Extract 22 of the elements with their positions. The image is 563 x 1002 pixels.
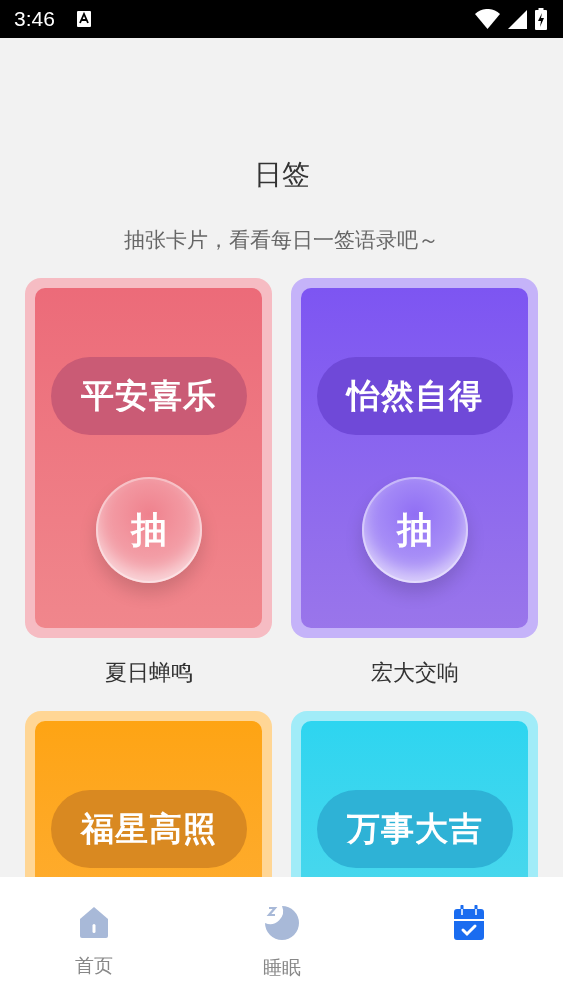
notification-icon — [76, 11, 91, 27]
moon-icon — [263, 905, 300, 941]
fortune-card[interactable]: 万事大吉 — [291, 711, 538, 877]
status-time: 3:46 — [14, 7, 55, 31]
fortune-card[interactable]: 平安喜乐 抽 — [25, 278, 272, 638]
fortune-card[interactable]: 怡然自得 抽 — [291, 278, 538, 638]
card-title: 平安喜乐 — [50, 357, 247, 435]
card-title: 万事大吉 — [316, 790, 513, 868]
page-subtitle: 抽张卡片，看看每日一签语录吧～ — [124, 227, 439, 254]
nav-tab[interactable]: 睡眠 — [187, 877, 376, 1002]
card-title: 怡然自得 — [316, 357, 513, 435]
draw-button[interactable]: 抽 — [361, 477, 468, 583]
page-title: 日签 — [253, 157, 310, 193]
battery-icon — [535, 8, 547, 30]
card-caption: 宏大交响 — [370, 659, 459, 687]
draw-button[interactable]: 抽 — [95, 477, 202, 583]
wifi-icon — [475, 9, 500, 29]
signal-icon — [508, 9, 527, 29]
fortune-card[interactable]: 福星高照 — [25, 711, 272, 877]
card-title: 福星高照 — [50, 790, 247, 868]
card-caption: 夏日蝉鸣 — [104, 659, 193, 687]
nav-tab[interactable]: 首页 — [0, 877, 188, 1002]
